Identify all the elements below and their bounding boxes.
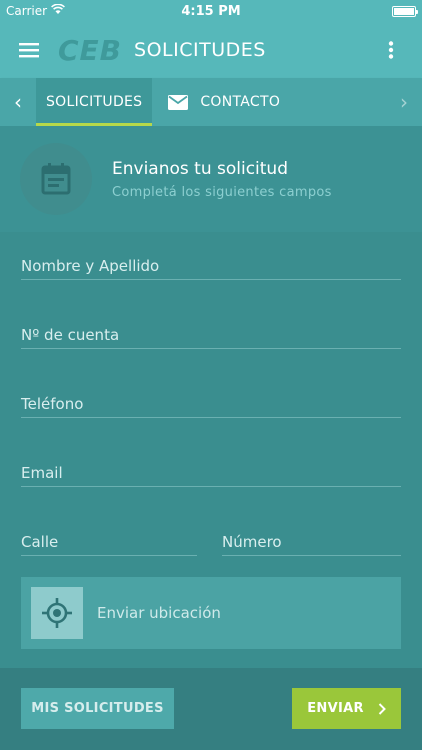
- page-title: SOLICITUDES: [134, 39, 266, 61]
- tab-solicitudes[interactable]: SOLICITUDES: [36, 78, 153, 126]
- chevron-right-icon: [378, 702, 386, 715]
- menu-button[interactable]: [0, 22, 58, 78]
- form-header: Envianos tu solicitud Completá los sigui…: [0, 126, 422, 232]
- brand-logo: CEB: [58, 33, 123, 67]
- send-location-button[interactable]: Enviar ubicación: [21, 577, 401, 649]
- button-label: ENVIAR: [307, 701, 364, 716]
- field-label: Nº de cuenta: [21, 326, 120, 344]
- calendar-icon: [41, 163, 71, 195]
- hamburger-icon: [19, 43, 39, 58]
- carrier-label: Carrier: [6, 4, 48, 18]
- bottom-action-bar: MIS SOLICITUDES ENVIAR: [0, 668, 422, 750]
- phone-field[interactable]: Teléfono: [21, 370, 401, 418]
- header-title: Envianos tu solicitud: [112, 158, 289, 179]
- calendar-icon-circle: [20, 143, 92, 215]
- tab-contacto[interactable]: CONTACTO: [152, 78, 296, 126]
- gps-target-icon: [42, 598, 72, 628]
- button-label: MIS SOLICITUDES: [31, 701, 164, 716]
- tab-next-button[interactable]: ›: [386, 78, 422, 126]
- app-bar: CEB SOLICITUDES: [0, 22, 422, 78]
- tab-label: CONTACTO: [200, 94, 281, 110]
- tab-bar: ‹ SOLICITUDES CONTACTO ›: [0, 78, 422, 126]
- more-options-button[interactable]: [360, 22, 422, 78]
- field-label: Calle: [21, 533, 59, 551]
- my-requests-button[interactable]: MIS SOLICITUDES: [21, 688, 174, 729]
- header-text: Envianos tu solicitud Completá los sigui…: [112, 159, 332, 200]
- more-vert-icon: [388, 41, 394, 59]
- field-label: Teléfono: [21, 395, 84, 413]
- send-button[interactable]: ENVIAR: [292, 688, 401, 729]
- wifi-icon: [51, 3, 66, 18]
- street-field[interactable]: Calle: [21, 508, 197, 556]
- mail-icon: [168, 94, 189, 110]
- email-field[interactable]: Email: [21, 439, 401, 487]
- header-subtitle: Completá los siguientes campos: [112, 184, 332, 200]
- field-label: Nombre y Apellido: [21, 257, 160, 275]
- chevron-right-icon: ›: [400, 90, 408, 114]
- chevron-left-icon: ‹: [14, 90, 22, 114]
- location-label: Enviar ubicación: [97, 604, 221, 622]
- street-number-field[interactable]: Número: [222, 508, 401, 556]
- account-number-field[interactable]: Nº de cuenta: [21, 301, 401, 349]
- battery-icon: [392, 5, 418, 17]
- status-bar: Carrier 4:15 PM: [0, 0, 422, 22]
- location-icon-box: [31, 587, 83, 639]
- tab-prev-button[interactable]: ‹: [0, 78, 36, 126]
- field-label: Email: [21, 464, 63, 482]
- field-label: Número: [222, 533, 282, 551]
- name-field[interactable]: Nombre y Apellido: [21, 232, 401, 280]
- status-left: Carrier: [6, 3, 66, 18]
- tab-label: SOLICITUDES: [46, 94, 143, 110]
